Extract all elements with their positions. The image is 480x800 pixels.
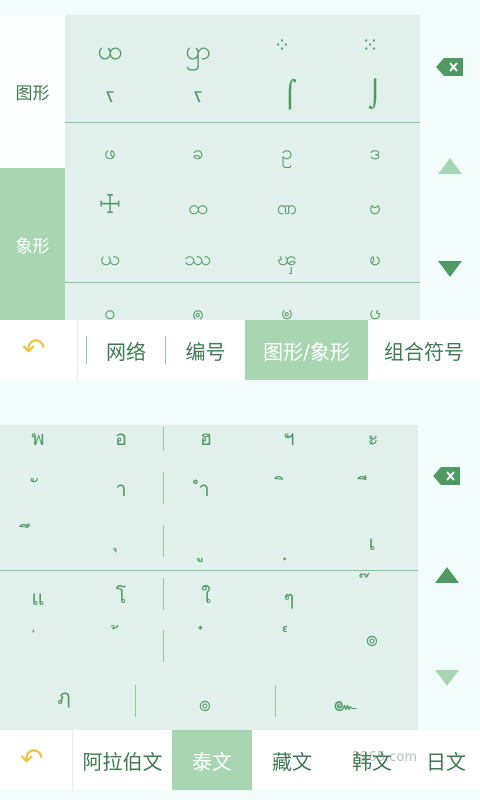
symbol-key[interactable]: ၑ (281, 302, 292, 320)
return-arrow-icon[interactable]: ↶ (22, 335, 45, 363)
symbol-key[interactable]: ꩥ (185, 38, 211, 64)
symbol-key[interactable]: ะ (368, 428, 379, 448)
symbol-key[interactable]: ဝ (104, 302, 115, 320)
symbol-grid-bottom: พ อ ฮ ฯ ะ ั า ำ ิ ี ึ ุ ู ฺ เ แ โ ใ ๆ ๊ … (0, 425, 418, 730)
language-tab-label: 藏文 (272, 749, 312, 774)
symbol-key[interactable]: ဿ (184, 248, 212, 268)
symbol-key[interactable]: โ (116, 586, 127, 606)
language-tab-arabic[interactable]: 阿拉伯文 (73, 730, 172, 790)
backspace-icon[interactable] (432, 466, 462, 486)
side-tab-pictograph[interactable]: 象形 (0, 168, 65, 320)
language-tab-thai[interactable]: 泰文 (172, 730, 252, 790)
control-column-bottom (418, 425, 480, 730)
symbol-key[interactable]: ใ (201, 586, 211, 606)
symbol-key[interactable]: ၿ (369, 248, 380, 268)
symbol-key[interactable]: ဥ (281, 142, 292, 162)
language-tab-label: 阿拉伯文 (82, 749, 163, 774)
category-tab-label: 组合符号 (384, 339, 464, 364)
triangle-down-icon[interactable] (437, 260, 463, 278)
top-keyboard: 图形 象形 ꩤ ꩥ ⁘ ⁙ ꧏ ꧏ ⌠ ⌡ ဖ ခ ဥ ဒ ☩ ထ ဏ ဗ ယ … (0, 15, 480, 380)
bottom-keyboard: พ อ ฮ ฯ ะ ั า ำ ิ ี ึ ุ ู ฺ เ แ โ ใ ๆ ๊ … (0, 425, 480, 800)
symbol-key[interactable]: ထ (188, 197, 207, 217)
language-tab-japanese[interactable]: 日文 (412, 730, 480, 790)
symbol-key[interactable]: พ (31, 428, 44, 448)
symbol-key[interactable]: ๛ (333, 694, 356, 714)
triangle-up-icon[interactable] (437, 157, 463, 175)
category-tab-label: 网络 (106, 339, 146, 364)
symbol-key[interactable]: ⌠ (283, 82, 297, 108)
symbol-key[interactable]: ယ (100, 248, 119, 268)
symbol-key[interactable]: ၐ (192, 302, 203, 320)
symbol-key[interactable]: า (115, 479, 126, 499)
side-tab-graphics-label: 图形 (15, 84, 50, 104)
symbol-key[interactable]: ฦ (57, 687, 70, 707)
symbol-key[interactable]: ၾ (277, 248, 297, 268)
triangle-down-icon[interactable] (434, 669, 460, 687)
symbol-key[interactable]: ꩤ (97, 38, 122, 64)
symbol-key[interactable]: แ (32, 588, 45, 608)
symbol-key[interactable]: ဗ (369, 197, 380, 217)
category-tab-label: 图形/象形 (263, 339, 350, 364)
symbol-key[interactable]: ๆ (284, 588, 295, 608)
side-tab-pictograph-label: 象形 (15, 236, 50, 257)
watermark: 2265.com (352, 750, 417, 765)
column-divider (275, 685, 276, 717)
symbol-key[interactable]: ⁙ (362, 35, 379, 55)
bar-divider (86, 336, 87, 364)
category-tab-label: 编号 (185, 339, 226, 364)
symbol-key[interactable]: ခ (192, 142, 203, 162)
symbol-key[interactable]: ๏ (366, 629, 378, 649)
symbol-key[interactable]: ☩ (98, 192, 121, 218)
column-divider (135, 685, 136, 717)
language-tab-label: 泰文 (192, 749, 232, 774)
column-divider (163, 578, 164, 610)
category-tab-graphics-pictograph[interactable]: 图形/象形 (245, 320, 368, 380)
symbol-key[interactable]: ꧏ (106, 85, 115, 105)
side-tab-graphics[interactable]: 图形 (0, 15, 65, 168)
column-divider (163, 472, 164, 504)
symbol-key[interactable]: ၒ (369, 302, 380, 320)
column-divider (163, 525, 164, 557)
category-tab-network[interactable]: 网络 (88, 320, 164, 380)
bar-divider (77, 320, 78, 380)
symbol-key[interactable]: ꧏ (194, 85, 203, 105)
return-arrow-icon[interactable]: ↶ (20, 745, 43, 773)
symbol-key[interactable]: ⁘ (274, 35, 291, 55)
language-bar-bottom: ↶ 阿拉伯文 泰文 藏文 韩文 日文 2265.com (0, 730, 480, 790)
symbol-key[interactable]: ဖ (104, 142, 115, 162)
category-bar-top: ↶ 网络 编号 图形/象形 组合符号 (0, 320, 480, 380)
symbol-key[interactable]: ำ (198, 479, 209, 499)
symbol-key[interactable]: ဏ (277, 197, 297, 217)
category-tab-combining-symbols[interactable]: 组合符号 (368, 320, 480, 380)
column-divider (163, 427, 164, 451)
symbol-key[interactable]: เ (369, 533, 376, 553)
language-tab-label: 日文 (426, 749, 466, 774)
section-divider (0, 570, 418, 571)
category-tab-numbering[interactable]: 编号 (166, 320, 245, 380)
triangle-up-icon[interactable] (434, 566, 460, 584)
backspace-icon[interactable] (435, 57, 465, 77)
symbol-grid-top: ꩤ ꩥ ⁘ ⁙ ꧏ ꧏ ⌠ ⌡ ဖ ခ ဥ ဒ ☩ ထ ဏ ဗ ယ ဿ ၾ ၿ … (65, 15, 420, 320)
language-tab-tibetan[interactable]: 藏文 (252, 730, 332, 790)
control-column-top (420, 15, 480, 320)
column-divider (163, 630, 164, 662)
symbol-key[interactable]: ⌡ (368, 82, 382, 108)
symbol-key[interactable]: ๏ (199, 694, 211, 714)
section-divider (65, 282, 420, 283)
symbol-key[interactable]: ဒ (370, 142, 380, 162)
section-divider (65, 122, 420, 123)
symbol-key[interactable]: ฯ (283, 428, 294, 448)
symbol-key[interactable]: ฮ (200, 428, 212, 448)
symbol-key[interactable]: อ (115, 428, 127, 448)
